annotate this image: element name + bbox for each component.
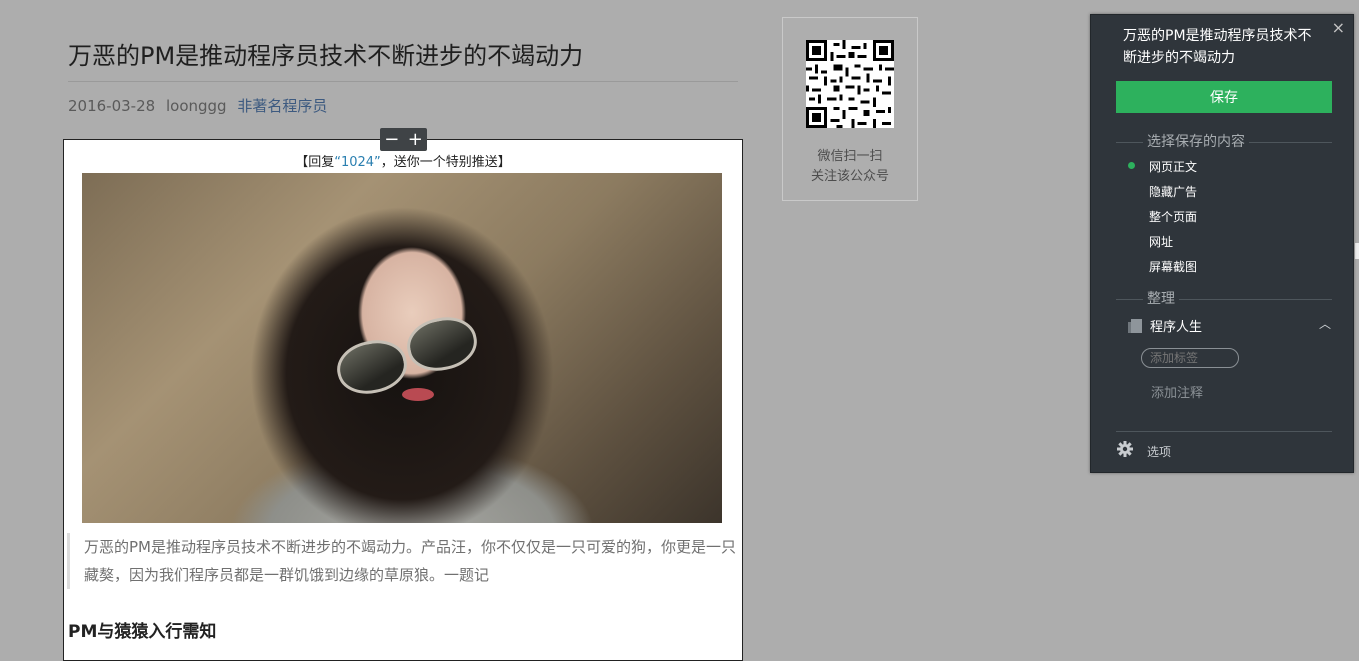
article-title: 万恶的PM是推动程序员技术不断进步的不竭动力 (68, 42, 584, 70)
footer-divider (1116, 431, 1332, 432)
clipper-panel: × 万恶的PM是推动程序员技术不断进步的不竭动力 保存 选择保存的内容 网页正文… (1090, 14, 1354, 473)
article-author: loonggg (165, 97, 227, 115)
article-meta: 2016-03-28 loonggg 非著名程序员 (68, 95, 333, 116)
notebook-icon (1128, 318, 1142, 333)
tag-input[interactable] (1141, 348, 1239, 368)
promo-prefix: 【回复 (295, 155, 335, 170)
organize-section-header: 整理 (1116, 291, 1332, 307)
article-quote: 万恶的PM是推动程序员技术不断进步的不竭动力。产品汪，你不仅仅是一只可爱的狗，你… (67, 533, 742, 589)
article-photo (82, 173, 722, 523)
option-screenshot[interactable]: 屏幕截图 (1149, 258, 1197, 275)
content-section-header: 选择保存的内容 (1116, 134, 1332, 150)
sunglasses-lens-left (332, 334, 412, 400)
chevron-up-icon[interactable]: ︿ (1319, 315, 1331, 332)
zoom-out-button[interactable]: − (382, 130, 402, 149)
option-hide-ads[interactable]: 隐藏广告 (1149, 183, 1197, 200)
clip-selection-frame[interactable]: 【回复“1024”，送你一个特别推送】 万恶的PM是推动程序员技术不断进步的不竭… (63, 139, 743, 661)
zoom-in-button[interactable]: + (405, 130, 425, 149)
qr-code-icon (806, 40, 894, 128)
option-full-page[interactable]: 整个页面 (1149, 208, 1197, 225)
gear-icon[interactable] (1116, 440, 1134, 458)
title-divider (68, 81, 738, 82)
promo-keyword: “1024” (334, 155, 381, 170)
photo-lips (402, 388, 434, 401)
sunglasses-lens-right (402, 311, 482, 377)
qr-caption-follow: 关注该公众号 (810, 169, 889, 184)
page-scrollbar-thumb[interactable] (1355, 243, 1359, 259)
notebook-name: 程序人生 (1150, 320, 1203, 335)
option-url[interactable]: 网址 (1149, 233, 1173, 250)
selected-option-dot (1128, 162, 1135, 169)
article-date: 2016-03-28 (68, 97, 156, 115)
clip-zoom-control: − + (380, 128, 427, 151)
clip-title[interactable]: 万恶的PM是推动程序员技术不断进步的不竭动力 (1123, 25, 1323, 69)
section-heading: PM与猿猿入行需知 (68, 622, 217, 642)
save-button[interactable]: 保存 (1116, 81, 1332, 113)
content-section-label: 选择保存的内容 (1143, 134, 1249, 150)
close-icon[interactable]: × (1332, 18, 1345, 37)
options-link[interactable]: 选项 (1147, 443, 1171, 460)
promo-line: 【回复“1024”，送你一个特别推送】 (64, 151, 742, 170)
qr-caption-scan: 微信扫一扫 (817, 149, 883, 164)
organize-section-label: 整理 (1143, 291, 1179, 307)
note-field[interactable]: 添加注释 (1151, 382, 1203, 401)
notebook-selector[interactable]: 程序人生 (1128, 316, 1203, 335)
qr-code-box: 微信扫一扫 关注该公众号 (782, 17, 918, 201)
option-article[interactable]: 网页正文 (1149, 158, 1197, 175)
promo-suffix: ，送你一个特别推送】 (380, 155, 511, 170)
account-link[interactable]: 非著名程序员 (237, 97, 327, 115)
